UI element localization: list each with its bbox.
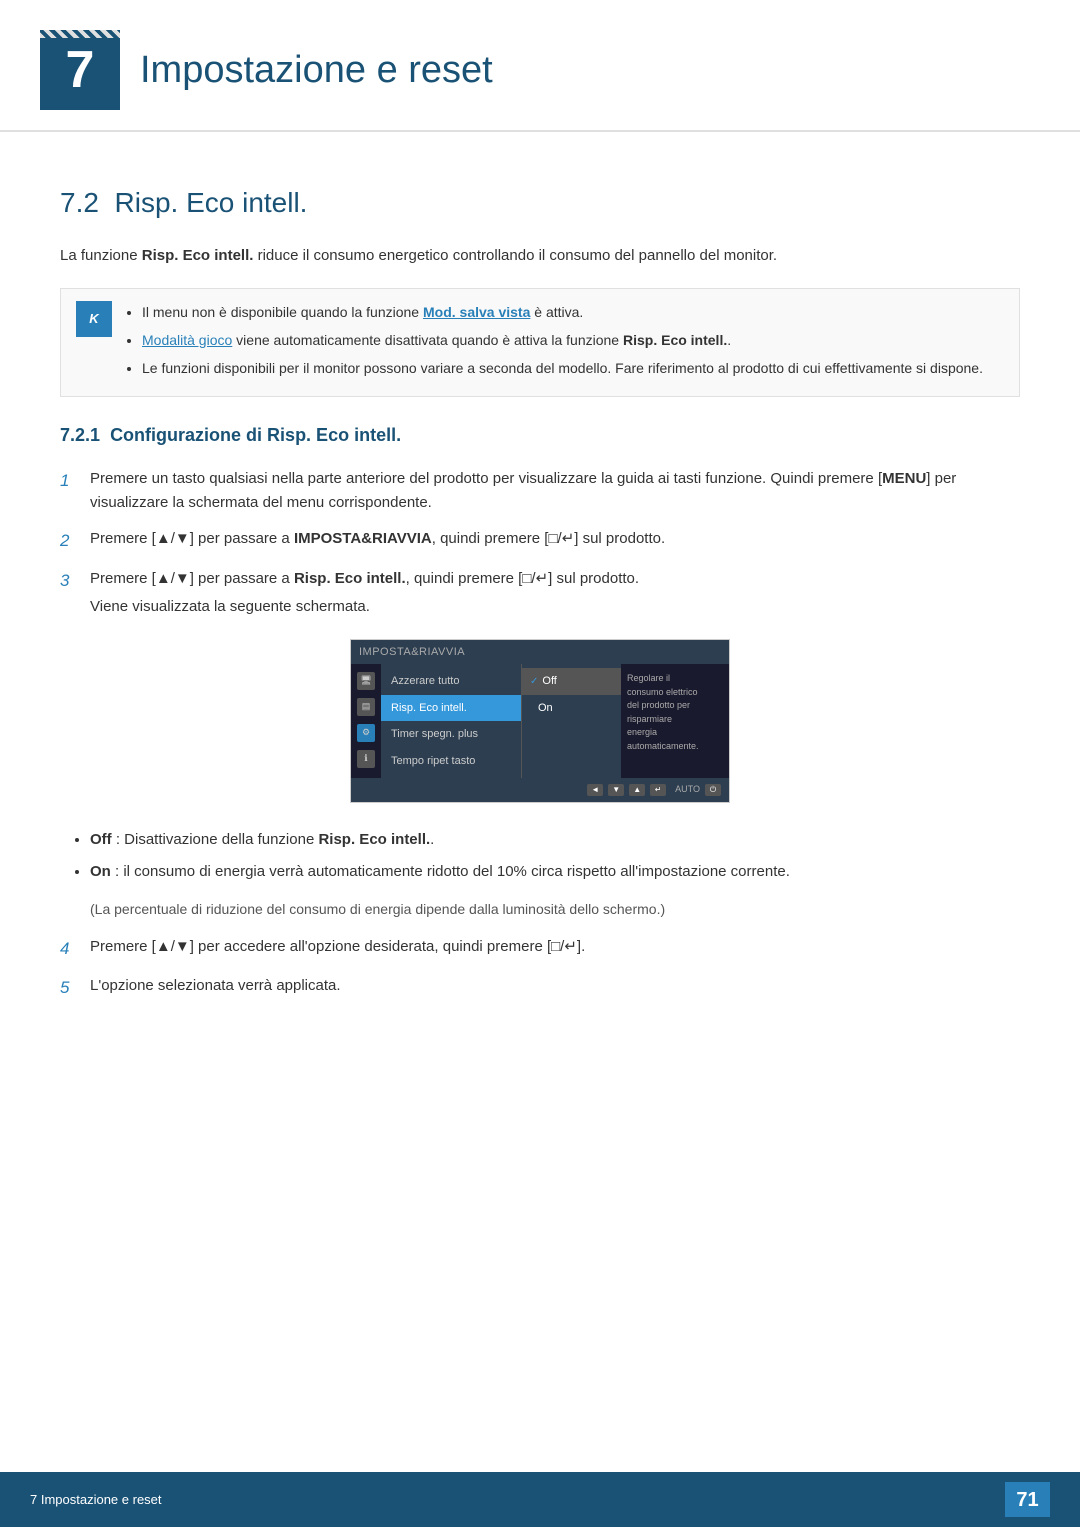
main-content: 7.2 Risp. Eco intell. La funzione Risp. … bbox=[0, 142, 1080, 1093]
menu-item-timer: Timer spegn. plus bbox=[381, 721, 521, 748]
screen-icon-2: ▤ bbox=[357, 698, 375, 716]
indent-note: (La percentuale di riduzione del consumo… bbox=[90, 899, 1020, 920]
step-3: 3 Premere [▲/▼] per passare a Risp. Eco … bbox=[60, 567, 1020, 619]
page-footer: 7 Impostazione e reset 71 bbox=[0, 1472, 1080, 1527]
screen-container: IMPOSTA&RIAVVIA 🖥 ▤ ⚙ ℹ Azzerare tutto R… bbox=[60, 639, 1020, 803]
step-text-1: Premere un tasto qualsiasi nella parte a… bbox=[90, 467, 1020, 515]
section-intro: La funzione Risp. Eco intell. riduce il … bbox=[60, 244, 1020, 268]
bullet-off: Off : Disattivazione della funzione Risp… bbox=[90, 828, 1020, 852]
step-number-3: 3 bbox=[60, 567, 90, 619]
btn-power: ⏻ bbox=[705, 784, 721, 796]
footer-page-number: 71 bbox=[1005, 1482, 1050, 1517]
risp-eco-note: Risp. Eco intell. bbox=[623, 332, 727, 348]
section-title: 7.2 Risp. Eco intell. bbox=[60, 182, 1020, 224]
note-item-3: Le funzioni disponibili per il monitor p… bbox=[142, 357, 983, 381]
step-4: 4 Premere [▲/▼] per accedere all'opzione… bbox=[60, 935, 1020, 962]
menu-item-azzerare: Azzerare tutto bbox=[381, 668, 521, 695]
menu-item-tempo: Tempo ripet tasto bbox=[381, 748, 521, 775]
screen-image: IMPOSTA&RIAVVIA 🖥 ▤ ⚙ ℹ Azzerare tutto R… bbox=[350, 639, 730, 803]
btn-up: ▲ bbox=[629, 784, 645, 796]
mod-salva-vista-link[interactable]: Mod. salva vista bbox=[423, 304, 530, 320]
subsection-title: 7.2.1 Configurazione di Risp. Eco intell… bbox=[60, 422, 1020, 449]
step-text-5: L'opzione selezionata verrà applicata. bbox=[90, 974, 1020, 1001]
screen-icon-3: ⚙ bbox=[357, 724, 375, 742]
note-box: K Il menu non è disponibile quando la fu… bbox=[60, 288, 1020, 397]
screen-icon-1: 🖥 bbox=[357, 672, 375, 690]
step-5: 5 L'opzione selezionata verrà applicata. bbox=[60, 974, 1020, 1001]
screen-menu: Azzerare tutto Risp. Eco intell. Timer s… bbox=[381, 664, 521, 778]
step-1: 1 Premere un tasto qualsiasi nella parte… bbox=[60, 467, 1020, 515]
step-number-5: 5 bbox=[60, 974, 90, 1001]
bullet-list-options: Off : Disattivazione della funzione Risp… bbox=[60, 828, 1020, 884]
screen-help-right: Regolare il consumo elettrico del prodot… bbox=[621, 664, 706, 778]
screen-bottom-bar: ◄ ▼ ▲ ↵ AUTO ⏻ bbox=[351, 778, 729, 802]
btn-left: ◄ bbox=[587, 784, 603, 796]
screen-top-bar: IMPOSTA&RIAVVIA bbox=[351, 640, 729, 665]
footer-label: 7 Impostazione e reset bbox=[30, 1490, 162, 1510]
modalita-gioco-link[interactable]: Modalità gioco bbox=[142, 332, 232, 348]
menu-item-risp: Risp. Eco intell. bbox=[381, 695, 521, 722]
step-text-2: Premere [▲/▼] per passare a IMPOSTA&RIAV… bbox=[90, 527, 1020, 554]
note-item-1: Il menu non è disponibile quando la funz… bbox=[142, 301, 983, 325]
screen-icons-left: 🖥 ▤ ⚙ ℹ bbox=[351, 664, 381, 778]
auto-label: AUTO bbox=[675, 783, 700, 797]
note-icon: K bbox=[76, 301, 112, 337]
step-number-2: 2 bbox=[60, 527, 90, 554]
btn-enter: ↵ bbox=[650, 784, 666, 796]
submenu-off: Off bbox=[522, 668, 621, 695]
chapter-title: Impostazione e reset bbox=[140, 42, 493, 99]
screen-submenu: Off On bbox=[521, 664, 621, 778]
bullet-on: On : il consumo di energia verrà automat… bbox=[90, 860, 1020, 884]
risp-eco-bold: Risp. Eco intell. bbox=[142, 247, 254, 264]
screen-body: 🖥 ▤ ⚙ ℹ Azzerare tutto Risp. Eco intell.… bbox=[351, 664, 729, 778]
step-2: 2 Premere [▲/▼] per passare a IMPOSTA&RI… bbox=[60, 527, 1020, 554]
step-text-4: Premere [▲/▼] per accedere all'opzione d… bbox=[90, 935, 1020, 962]
step-text-3: Premere [▲/▼] per passare a Risp. Eco in… bbox=[90, 567, 1020, 619]
btn-down: ▼ bbox=[608, 784, 624, 796]
screen-icon-4: ℹ bbox=[357, 750, 375, 768]
step-number-4: 4 bbox=[60, 935, 90, 962]
chapter-number: 7 bbox=[40, 30, 120, 110]
note-item-2: Modalità gioco viene automaticamente dis… bbox=[142, 329, 983, 353]
note-list: Il menu non è disponibile quando la funz… bbox=[124, 301, 983, 384]
chapter-header: 7 Impostazione e reset bbox=[0, 0, 1080, 132]
step-number-1: 1 bbox=[60, 467, 90, 515]
submenu-on: On bbox=[522, 695, 621, 722]
